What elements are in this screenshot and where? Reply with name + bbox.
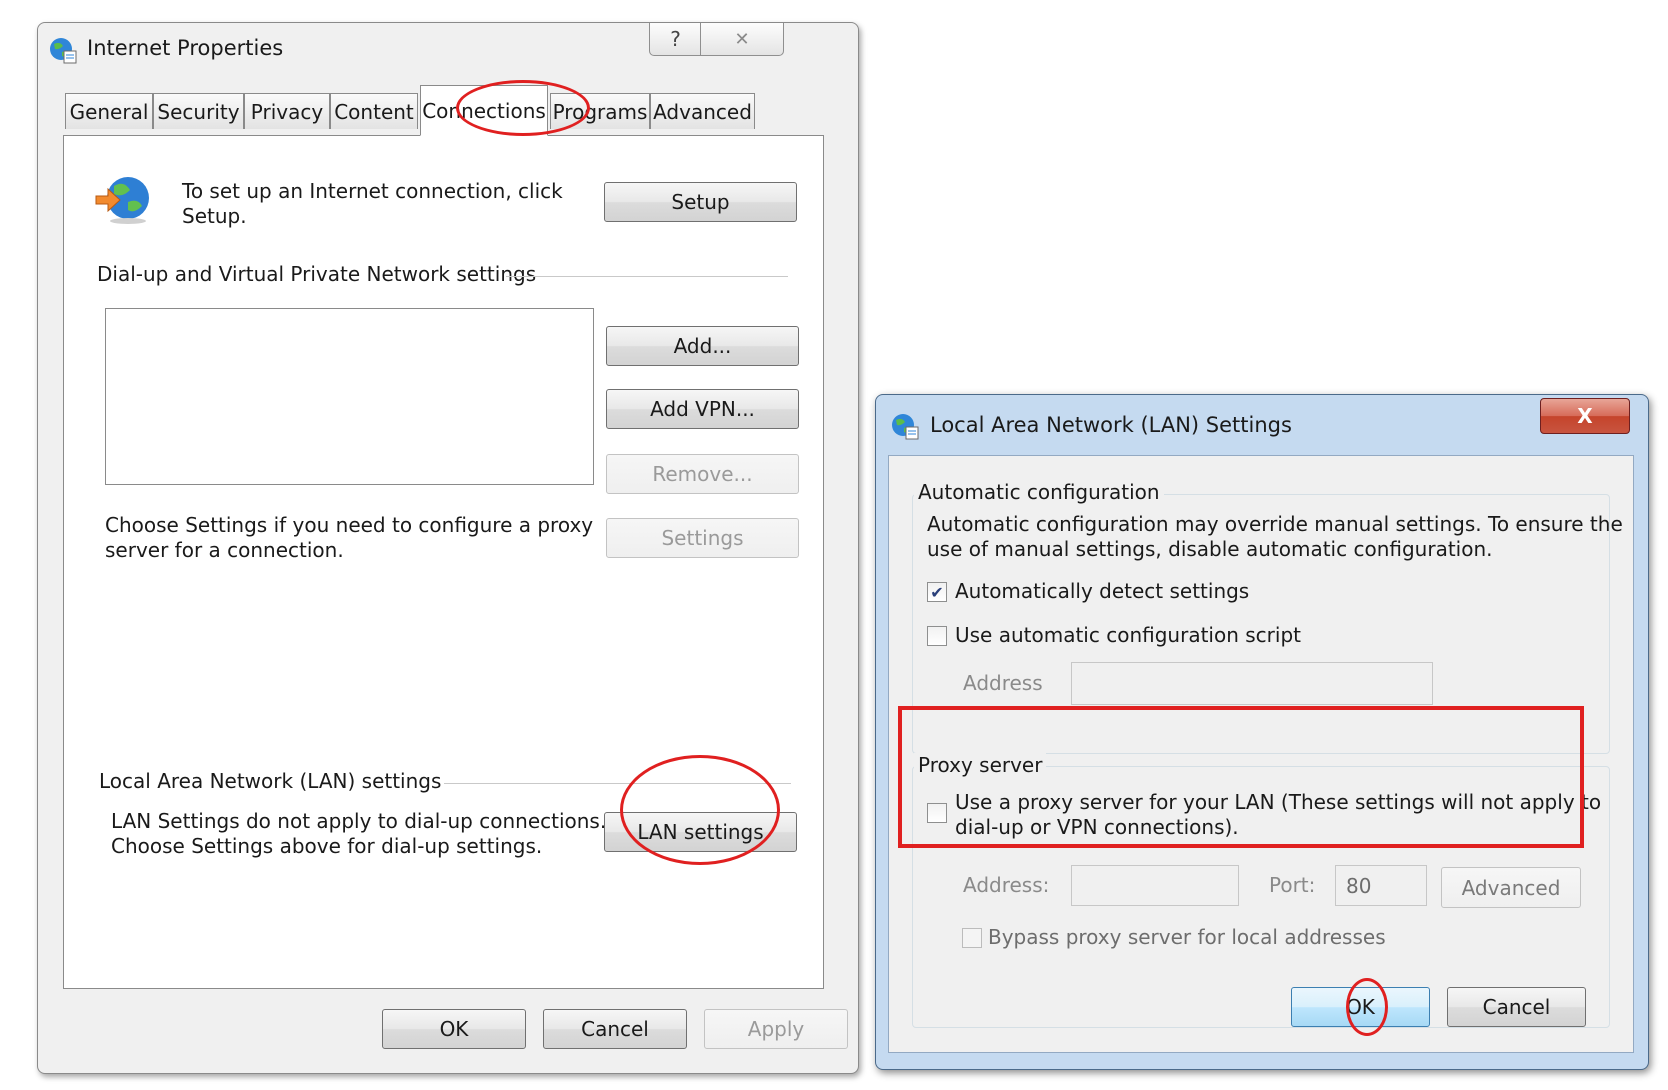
setup-button[interactable]: Setup <box>604 182 797 222</box>
lan-settings-panel: Automatic configuration Automatic config… <box>888 455 1634 1053</box>
advanced-button[interactable]: Advanced <box>1441 867 1581 908</box>
bypass-local-label: Bypass proxy server for local addresses <box>988 925 1386 949</box>
close-icon: ✕ <box>734 28 750 50</box>
internet-globe-icon <box>50 38 77 64</box>
setup-description-line1: To set up an Internet connection, click <box>182 179 563 203</box>
auto-config-description-line1: Automatic configuration may override man… <box>927 512 1623 536</box>
lan-window-title: Local Area Network (LAN) Settings <box>930 413 1292 437</box>
tab-connections[interactable]: Connections <box>420 85 548 136</box>
ok-button[interactable]: OK <box>382 1009 526 1049</box>
lan-description-line2: Choose Settings above for dial-up settin… <box>111 834 543 858</box>
connections-listbox[interactable] <box>105 308 594 485</box>
script-address-input[interactable] <box>1071 662 1433 705</box>
close-button[interactable]: ✕ <box>700 23 784 56</box>
tab-programs[interactable]: Programs <box>550 93 650 129</box>
proxy-address-input[interactable] <box>1071 865 1239 906</box>
lan-close-button[interactable]: X <box>1540 398 1630 434</box>
checkmark-icon: ✔ <box>930 582 944 602</box>
internet-setup-globe-icon <box>95 177 149 224</box>
tab-advanced[interactable]: Advanced <box>650 93 755 129</box>
help-button[interactable]: ? <box>649 23 702 56</box>
window-title: Internet Properties <box>87 36 284 60</box>
setup-description-line2: Setup. <box>182 204 247 228</box>
tab-general[interactable]: General <box>65 93 153 129</box>
tab-content[interactable]: Content <box>330 93 418 129</box>
apply-button[interactable]: Apply <box>704 1009 848 1049</box>
auto-detect-checkbox[interactable]: ✔ <box>927 582 947 602</box>
cancel-button[interactable]: Cancel <box>543 1009 687 1049</box>
tab-security[interactable]: Security <box>153 93 244 129</box>
use-proxy-checkbox[interactable] <box>927 803 947 823</box>
lan-settings-globe-icon <box>892 414 919 440</box>
dialup-group-label: Dial-up and Virtual Private Network sett… <box>97 262 537 286</box>
proxy-hint-line1: Choose Settings if you need to configure… <box>105 513 594 537</box>
remove-button[interactable]: Remove... <box>606 454 799 494</box>
bypass-local-checkbox[interactable] <box>962 928 982 948</box>
lan-group-label: Local Area Network (LAN) settings <box>99 769 442 793</box>
script-address-label: Address <box>963 671 1043 695</box>
lan-ok-button[interactable]: OK <box>1291 987 1430 1027</box>
lan-settings-button[interactable]: LAN settings <box>604 812 797 852</box>
lan-group-divider <box>444 783 791 784</box>
auto-detect-label: Automatically detect settings <box>955 579 1250 603</box>
port-label: Port: <box>1269 873 1316 897</box>
use-proxy-label-line1: Use a proxy server for your LAN (These s… <box>955 790 1602 814</box>
internet-properties-window: Internet Properties ? ✕ General Security… <box>37 22 859 1074</box>
proxy-address-label: Address: <box>963 873 1050 897</box>
settings-button[interactable]: Settings <box>606 518 799 558</box>
internet-properties-titlebar[interactable]: Internet Properties ? ✕ <box>38 23 858 81</box>
help-icon: ? <box>670 27 681 51</box>
auto-script-label: Use automatic configuration script <box>955 623 1301 647</box>
close-icon: X <box>1577 404 1593 428</box>
add-vpn-button[interactable]: Add VPN... <box>606 389 799 429</box>
lan-cancel-button[interactable]: Cancel <box>1447 987 1586 1027</box>
tab-privacy[interactable]: Privacy <box>244 93 330 129</box>
proxy-hint-line2: server for a connection. <box>105 538 344 562</box>
connections-tab-panel: To set up an Internet connection, click … <box>63 135 824 989</box>
lan-description-line1: LAN Settings do not apply to dial-up con… <box>111 809 607 833</box>
use-proxy-label-line2: dial-up or VPN connections). <box>955 815 1239 839</box>
auto-config-label: Automatic configuration <box>914 480 1164 505</box>
dialup-group-divider <box>506 276 788 277</box>
auto-config-description-line2: use of manual settings, disable automati… <box>927 537 1493 561</box>
port-input[interactable]: 80 <box>1335 865 1427 906</box>
proxy-server-label: Proxy server <box>914 753 1047 778</box>
lan-settings-window: Local Area Network (LAN) Settings X Auto… <box>875 394 1649 1070</box>
auto-script-checkbox[interactable] <box>927 626 947 646</box>
add-button[interactable]: Add... <box>606 326 799 366</box>
